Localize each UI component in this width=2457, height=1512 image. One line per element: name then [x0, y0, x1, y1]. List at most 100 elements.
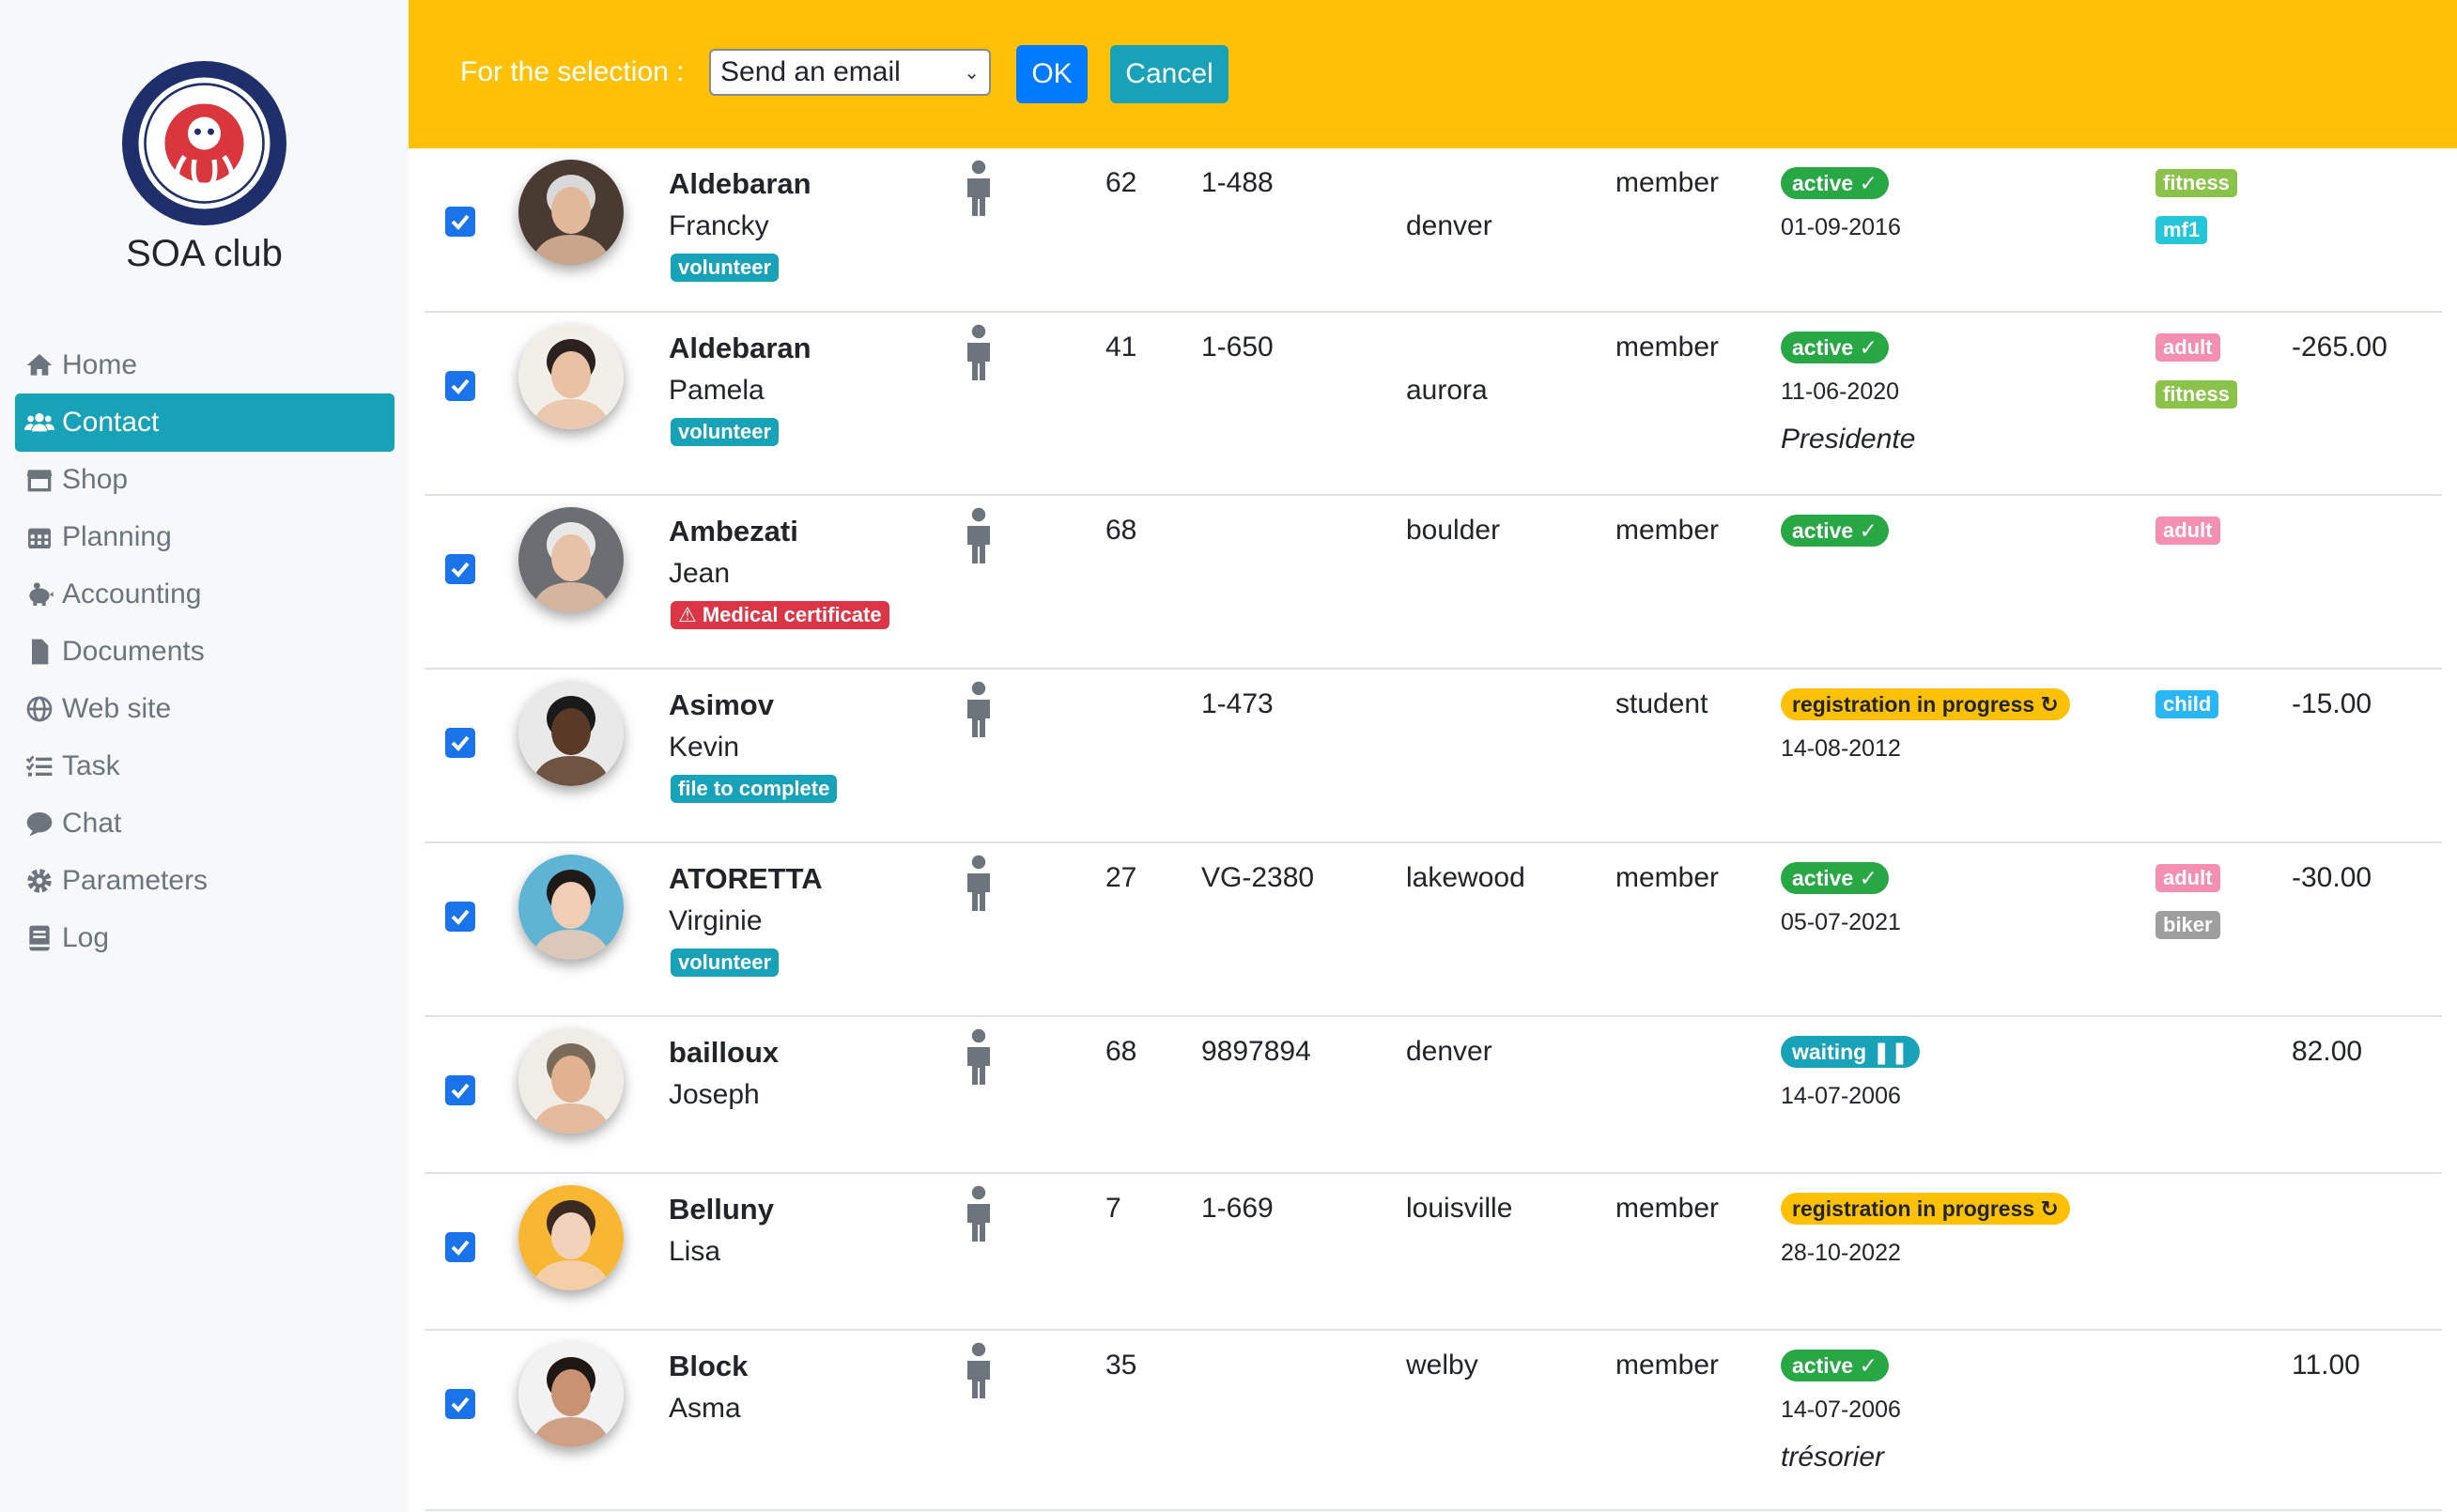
contact-role: trésorier: [1781, 1442, 1885, 1473]
sidebar-item-label: Task: [62, 750, 120, 781]
refresh-icon: ↻: [2034, 1196, 2059, 1221]
status-badge: waiting ❚❚: [1781, 1036, 1921, 1068]
avatar[interactable]: [518, 855, 624, 960]
contact-lastname[interactable]: Belluny: [669, 1193, 774, 1227]
sidebar-item-chat[interactable]: Chat: [15, 795, 394, 853]
person-icon: [960, 1342, 997, 1398]
row-select-checkbox[interactable]: [445, 1075, 475, 1105]
check-icon: ✓: [1853, 518, 1878, 543]
dive-club-logo-icon: [123, 62, 286, 224]
status-badge: registration in progress ↻: [1781, 1193, 2070, 1225]
person-icon: [960, 507, 997, 563]
avatar[interactable]: [518, 324, 624, 429]
contact-city: louisville: [1406, 1193, 1513, 1224]
avatar[interactable]: [518, 1028, 624, 1134]
row-select-checkbox[interactable]: [445, 902, 475, 932]
contact-category: member: [1615, 1350, 1720, 1381]
contact-number: 1-669: [1201, 1193, 1274, 1224]
contact-lastname[interactable]: ATORETTA: [669, 862, 823, 896]
contact-age: 62: [1105, 167, 1137, 198]
selection-action-select[interactable]: Send an email ⌄: [709, 49, 991, 96]
sidebar-item-label: Log: [62, 922, 110, 953]
contact-firstname: Pamela: [669, 375, 765, 406]
contact-badge: file to complete: [671, 775, 838, 803]
sidebar-item-log[interactable]: Log: [15, 909, 394, 967]
contact-date: 11-06-2020: [1781, 378, 1900, 405]
person-icon: [960, 1028, 997, 1085]
sidebar: SOA club Home Contact Shop Planning Acco…: [0, 0, 409, 1512]
contact-lastname[interactable]: Block: [669, 1350, 748, 1383]
selection-action-bar: For the selection : Send an email ⌄ OK C…: [409, 0, 2457, 148]
contact-category: member: [1615, 332, 1720, 363]
task-list-icon: [23, 749, 56, 783]
sidebar-item-contact[interactable]: Contact: [15, 393, 394, 452]
avatar[interactable]: [518, 160, 624, 265]
sidebar-item-planning[interactable]: Planning: [15, 508, 394, 566]
sidebar-item-label: Accounting: [62, 579, 202, 609]
contact-lastname[interactable]: Aldebaran: [669, 167, 811, 201]
contact-lastname[interactable]: bailloux: [669, 1036, 779, 1070]
contact-amount: -15.00: [2292, 688, 2372, 719]
contact-lastname[interactable]: Asimov: [669, 688, 774, 722]
row-select-checkbox[interactable]: [445, 728, 475, 758]
contact-category: member: [1615, 1193, 1720, 1224]
contact-row[interactable]: Aldebaran Pamela volunteer 41 1-650 aurora mem…: [425, 313, 2442, 496]
contact-row[interactable]: Block Asma 35 welby member active ✓ 14-07-2006…: [425, 1331, 2442, 1511]
row-select-checkbox[interactable]: [445, 1232, 475, 1262]
contact-list: Aldebaran Francky volunteer 62 1-488 denver me…: [425, 148, 2442, 1511]
contact-firstname: Joseph: [669, 1079, 760, 1110]
contact-lastname[interactable]: Aldebaran: [669, 332, 811, 365]
contact-row[interactable]: bailloux Joseph 68 9897894 denver waiting ❚❚ 1…: [425, 1017, 2442, 1174]
contact-age: 68: [1105, 1036, 1137, 1067]
contact-firstname: Francky: [669, 210, 769, 241]
contact-category: member: [1615, 167, 1720, 198]
status-badge: active ✓: [1781, 332, 1889, 363]
contact-date: 01-09-2016: [1781, 214, 1901, 240]
row-select-checkbox[interactable]: [445, 554, 475, 584]
tag-adult: adult: [2156, 333, 2220, 362]
sidebar-item-task[interactable]: Task: [15, 737, 394, 795]
shop-icon: [23, 463, 56, 497]
status-badge: active ✓: [1781, 1350, 1889, 1381]
contact-date: 14-07-2006: [1781, 1083, 1901, 1109]
tag-mf1: mf1: [2156, 216, 2208, 244]
sidebar-item-website[interactable]: Web site: [15, 680, 394, 738]
refresh-icon: ↻: [2034, 692, 2059, 717]
row-select-checkbox[interactable]: [445, 371, 475, 401]
contact-row[interactable]: Belluny Lisa 7 1-669 louisville member registr…: [425, 1174, 2442, 1331]
contact-badge: ⚠ Medical certificate: [671, 601, 889, 629]
contact-age: 35: [1105, 1350, 1137, 1381]
contact-row[interactable]: Aldebaran Francky volunteer 62 1-488 denver me…: [425, 148, 2442, 313]
sidebar-item-shop[interactable]: Shop: [15, 451, 394, 509]
club-logo[interactable]: [122, 61, 286, 225]
contact-age: 27: [1105, 862, 1137, 893]
home-icon: [23, 348, 56, 382]
sidebar-item-parameters[interactable]: Parameters: [15, 852, 394, 910]
sidebar-item-label: Documents: [62, 636, 205, 667]
contact-row[interactable]: Ambezati Jean ⚠ Medical certificate 68 bould…: [425, 496, 2442, 670]
avatar[interactable]: [518, 507, 624, 612]
avatar[interactable]: [518, 681, 624, 786]
sidebar-item-accounting[interactable]: Accounting: [15, 565, 394, 624]
selection-label: For the selection :: [460, 56, 685, 87]
row-select-checkbox[interactable]: [445, 207, 475, 237]
person-icon: [960, 160, 997, 216]
row-select-checkbox[interactable]: [445, 1389, 475, 1419]
person-icon: [960, 681, 997, 737]
chevron-down-icon: ⌄: [964, 62, 980, 84]
contact-row[interactable]: ATORETTA Virginie volunteer 27 VG-2380 lakewo…: [425, 843, 2442, 1017]
sidebar-item-documents[interactable]: Documents: [15, 623, 394, 681]
cancel-button[interactable]: Cancel: [1110, 45, 1228, 103]
sidebar-item-home[interactable]: Home: [15, 336, 394, 394]
check-icon: ✓: [1853, 335, 1878, 360]
contact-firstname: Kevin: [669, 732, 740, 763]
contact-number: 1-473: [1201, 688, 1274, 719]
sidebar-item-label: Home: [62, 349, 138, 380]
contact-lastname[interactable]: Ambezati: [669, 515, 798, 548]
contact-city: welby: [1406, 1350, 1478, 1381]
contact-row[interactable]: Asimov Kevin file to complete 1-473 student r…: [425, 670, 2442, 843]
ok-button[interactable]: OK: [1016, 45, 1088, 103]
avatar[interactable]: [518, 1185, 624, 1290]
avatar[interactable]: [518, 1342, 624, 1447]
contact-role: Presidente: [1781, 424, 1916, 455]
